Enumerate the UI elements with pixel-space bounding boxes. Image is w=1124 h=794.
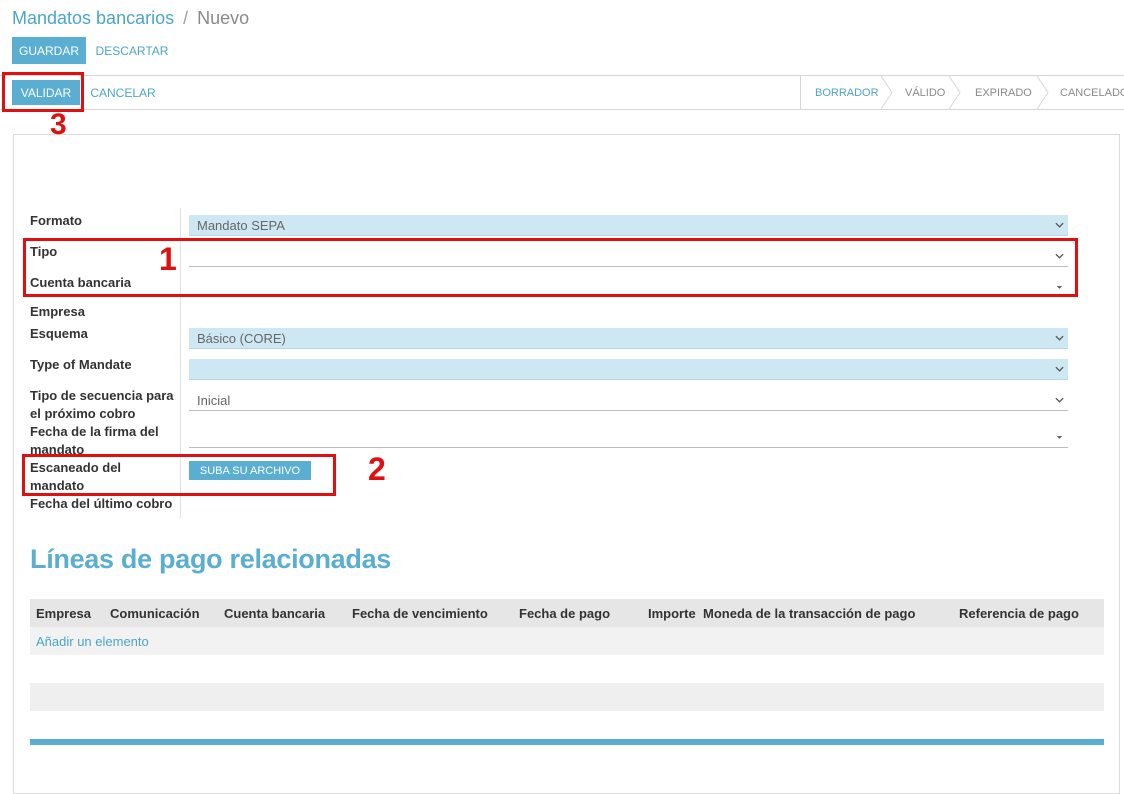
annotation-box-2 bbox=[22, 454, 336, 496]
tipo-secuencia-value: Inicial bbox=[197, 392, 231, 408]
tipo-secuencia-label-line2: el próximo cobro bbox=[30, 406, 136, 421]
stage-chevron-icon bbox=[1037, 76, 1049, 109]
column-header[interactable]: Cuenta bancaria bbox=[224, 599, 325, 627]
breadcrumb-parent-link[interactable]: Mandatos bancarios bbox=[12, 8, 174, 28]
add-item-link[interactable]: Añadir un elemento bbox=[36, 627, 149, 655]
breadcrumb-separator: / bbox=[183, 8, 189, 28]
discard-button[interactable]: DESCARTAR bbox=[90, 37, 174, 64]
stage-valido[interactable]: VÁLIDO bbox=[905, 76, 945, 109]
statusbar-bottom-border bbox=[0, 109, 1124, 110]
column-header[interactable]: Moneda de la transacción de pago bbox=[703, 599, 915, 627]
tipo-secuencia-select[interactable]: Inicial bbox=[189, 390, 1068, 411]
stage-expirado[interactable]: EXPIRADO bbox=[975, 76, 1032, 109]
column-header[interactable]: Comunicación bbox=[110, 599, 200, 627]
type-of-mandate-label: Type of Mandate bbox=[30, 357, 132, 372]
breadcrumb: Mandatos bancarios / Nuevo bbox=[12, 8, 249, 29]
column-header[interactable]: Fecha de vencimiento bbox=[352, 599, 488, 627]
chevron-down-icon bbox=[1055, 366, 1064, 372]
payment-lines-table-header: Empresa Comunicación Cuenta bancaria Fec… bbox=[30, 599, 1104, 627]
payment-lines-title: Líneas de pago relacionadas bbox=[30, 544, 392, 574]
column-header[interactable]: Empresa bbox=[36, 599, 91, 627]
tipo-secuencia-label: Tipo de secuencia para el próximo cobro bbox=[30, 387, 174, 423]
formato-select[interactable]: Mandato SEPA bbox=[189, 215, 1068, 236]
fecha-ultimo-cobro-label: Fecha del último cobro bbox=[30, 496, 173, 511]
table-row bbox=[30, 683, 1104, 711]
stage-cancelado[interactable]: CANCELADO bbox=[1060, 76, 1124, 109]
stage-chevron-icon bbox=[881, 76, 893, 109]
tipo-secuencia-label-line1: Tipo de secuencia para bbox=[30, 388, 174, 403]
chevron-down-icon bbox=[1055, 222, 1064, 228]
cancel-button[interactable]: CANCELAR bbox=[86, 80, 160, 105]
formato-label: Formato bbox=[30, 213, 82, 228]
chevron-down-icon bbox=[1055, 335, 1064, 341]
type-of-mandate-select[interactable] bbox=[189, 359, 1068, 380]
stage-chevron-icon bbox=[949, 76, 961, 109]
annotation-box-1 bbox=[23, 238, 1078, 297]
table-row: Añadir un elemento bbox=[30, 627, 1104, 655]
column-header[interactable]: Referencia de pago bbox=[959, 599, 1079, 627]
annotation-box-3 bbox=[2, 72, 84, 112]
chevron-down-icon bbox=[1055, 397, 1064, 403]
empresa-label: Empresa bbox=[30, 304, 85, 319]
column-header[interactable]: Importe bbox=[648, 599, 696, 627]
caret-down-icon bbox=[1056, 436, 1063, 439]
annotation-number-3: 3 bbox=[50, 108, 67, 141]
column-header[interactable]: Fecha de pago bbox=[519, 599, 610, 627]
stage-borrador[interactable]: BORRADOR bbox=[815, 76, 879, 109]
esquema-value: Básico (CORE) bbox=[197, 330, 286, 346]
annotation-number-1: 1 bbox=[159, 241, 177, 277]
formato-value: Mandato SEPA bbox=[197, 217, 285, 233]
esquema-label: Esquema bbox=[30, 326, 88, 341]
annotation-number-2: 2 bbox=[368, 451, 386, 487]
fecha-firma-label-line1: Fecha de la firma del bbox=[30, 424, 159, 439]
status-stages: BORRADOR VÁLIDO EXPIRADO CANCELADO bbox=[800, 76, 1124, 109]
save-button[interactable]: GUARDAR bbox=[12, 37, 86, 64]
breadcrumb-current: Nuevo bbox=[197, 8, 250, 28]
esquema-select[interactable]: Básico (CORE) bbox=[189, 328, 1068, 349]
table-footer-bar bbox=[30, 739, 1104, 745]
fecha-firma-input[interactable] bbox=[189, 427, 1068, 448]
